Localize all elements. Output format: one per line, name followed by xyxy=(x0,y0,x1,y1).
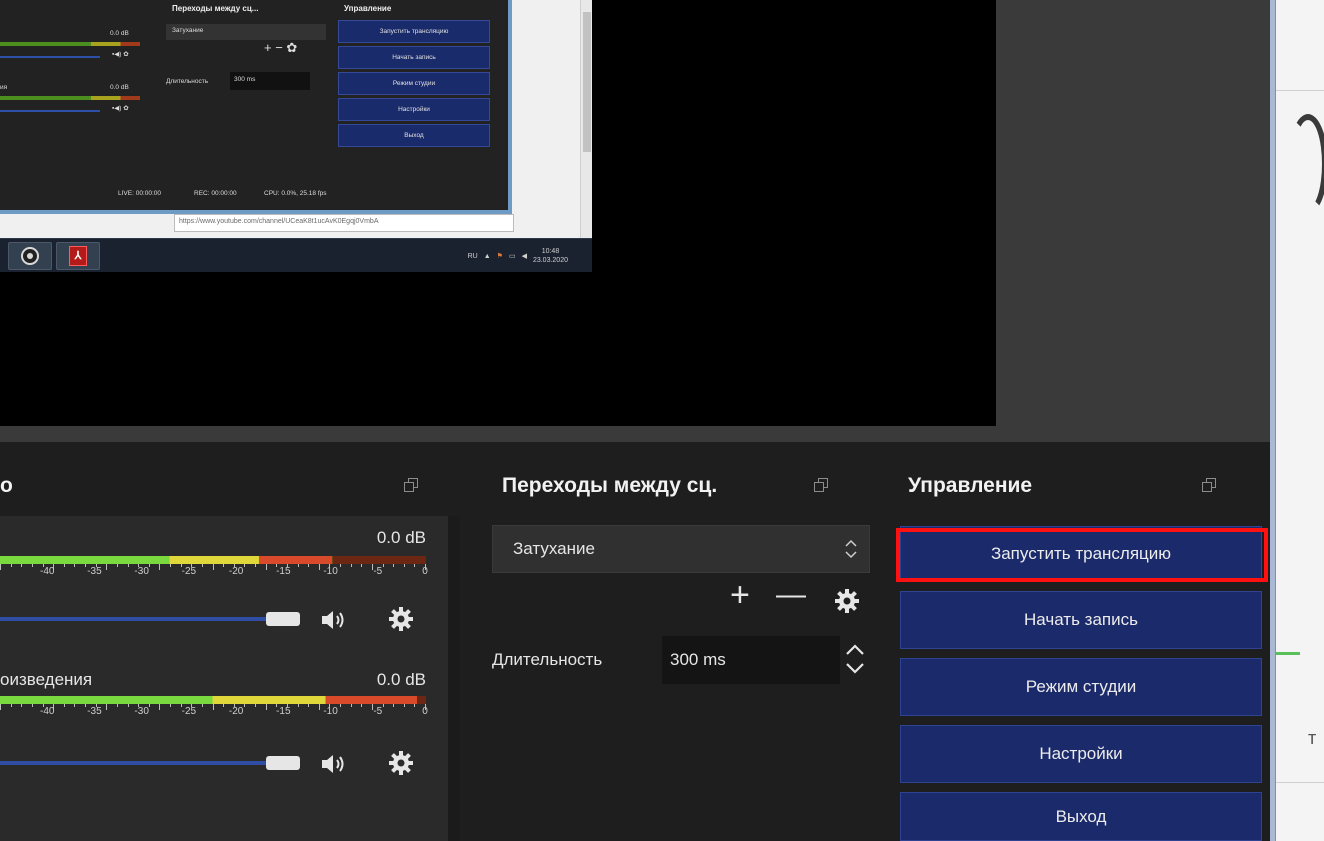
meter-tick-label: -5 xyxy=(373,706,383,717)
tray-language: RU xyxy=(467,252,478,260)
captured-slider-1 xyxy=(0,56,100,58)
channel-2-volume-slider[interactable] xyxy=(0,756,300,770)
exit-button[interactable]: Выход xyxy=(900,792,1262,841)
captured-status-cpu: CPU: 0.0%, 25.18 fps xyxy=(264,190,327,197)
tray-volume-icon: ◀ xyxy=(521,253,527,260)
channel-2-speaker-icon[interactable] xyxy=(320,752,348,776)
controls-title: Управление xyxy=(908,474,1033,497)
meter-tick-label: -30 xyxy=(134,706,149,717)
tray-network-icon: ▭ xyxy=(508,253,516,260)
transition-properties-gear-icon[interactable] xyxy=(834,588,860,614)
captured-speaker-icon-2: ▪◀) ✿ xyxy=(112,105,129,112)
captured-channel-2-name: ия xyxy=(0,84,8,91)
meter-tick-label: -35 xyxy=(87,706,102,717)
captured-controls-title: Управление xyxy=(344,4,392,13)
taskbar-obs-icon xyxy=(8,242,52,270)
meter-tick-label: -15 xyxy=(276,566,291,577)
meter-tick-label: 0 xyxy=(422,566,428,577)
captured-meter-2 xyxy=(0,96,140,100)
captured-duration-label: Длительность xyxy=(166,78,209,85)
tray-arrow-icon: ▲ xyxy=(483,252,491,260)
channel-1-volume-slider[interactable] xyxy=(0,612,300,626)
audio-mixer-title: о xyxy=(0,474,13,497)
channel-2-volume-knob[interactable] xyxy=(266,756,300,770)
captured-transitions-title: Переходы между сц... xyxy=(172,4,259,13)
captured-slider-2 xyxy=(0,110,100,112)
channel-1-gear-icon[interactable] xyxy=(388,606,414,632)
transitions-title: Переходы между сц. xyxy=(502,474,718,497)
channel-2-gear-icon[interactable] xyxy=(388,750,414,776)
transition-select[interactable]: Затухание xyxy=(492,525,870,573)
captured-db-2: 0.0 dB xyxy=(110,84,129,91)
meter-tick-label: -40 xyxy=(39,706,55,717)
channel-1-meter xyxy=(0,556,426,564)
captured-screen: Переходы между сц... Управление 0.0 dB ▪… xyxy=(0,0,592,272)
controls-float-icon[interactable] xyxy=(1202,478,1216,492)
captured-duration-box: 300 ms xyxy=(230,72,310,90)
bottom-docks: о 0.0 dB -40 -35 -30 -25 -20 -15 -10 -5 0 xyxy=(0,442,1270,841)
channel-2-meter xyxy=(0,696,426,704)
tray-flag-icon: ⚑ xyxy=(496,253,503,260)
channel-2-name: оизведения xyxy=(0,670,93,689)
duration-spinner-icon[interactable] xyxy=(840,636,870,684)
select-arrows-icon xyxy=(845,539,857,559)
audio-mixer-panel: 0.0 dB -40 -35 -30 -25 -20 -15 -10 -5 0 оизведен xyxy=(0,516,448,841)
channel-1-db: 0.0 dB xyxy=(376,528,426,547)
meter-tick-label: -15 xyxy=(276,706,291,717)
channel-1-speaker-icon[interactable] xyxy=(320,608,348,632)
meter-tick-label: -20 xyxy=(228,566,244,577)
captured-meter-1 xyxy=(0,42,140,46)
duration-input[interactable]: 300 ms xyxy=(662,636,840,684)
channel-1-tick-labels: -40 -35 -30 -25 -20 -15 -10 -5 0 xyxy=(0,566,440,580)
meter-tick-label: -10 xyxy=(323,566,338,577)
captured-btn-start-stream: Запустить трансляцию xyxy=(338,20,490,43)
captured-db-1: 0.0 dB xyxy=(110,30,129,37)
duration-label: Длительность xyxy=(492,650,603,669)
captured-taskbar: ⅄ RU ▲ ⚑ ▭ ◀ 10:48 23.03.2020 xyxy=(0,238,592,272)
captured-speaker-icon: ▪◀) ✿ xyxy=(112,51,129,58)
meter-tick-label: -5 xyxy=(373,566,383,577)
transitions-float-icon[interactable] xyxy=(814,478,828,492)
transition-select-value: Затухание xyxy=(513,539,595,558)
meter-tick-label: -35 xyxy=(87,566,102,577)
captured-btn-exit: Выход xyxy=(338,124,490,147)
add-transition-button[interactable]: + xyxy=(730,578,750,612)
meter-tick-label: -10 xyxy=(323,706,338,717)
taskbar-pdf-icon: ⅄ xyxy=(56,242,100,270)
channel-2-tick-labels: -40 -35 -30 -25 -20 -15 -10 -5 0 xyxy=(0,706,440,720)
channel-1-volume-knob[interactable] xyxy=(266,612,300,626)
background-window-edge: т xyxy=(1270,0,1324,841)
tray-clock: 10:48 23.03.2020 xyxy=(532,248,568,264)
studio-mode-button[interactable]: Режим студии xyxy=(900,658,1262,716)
start-recording-button[interactable]: Начать запись xyxy=(900,591,1262,649)
settings-button[interactable]: Настройки xyxy=(900,725,1262,783)
captured-status-live: LIVE: 00:00:00 xyxy=(118,190,162,197)
preview-area: Переходы между сц... Управление 0.0 dB ▪… xyxy=(0,0,1270,442)
meter-tick-label: -30 xyxy=(134,566,149,577)
channel-2-db: 0.0 dB xyxy=(376,670,426,689)
captured-scrollbar xyxy=(580,0,592,238)
captured-url-field: https://www.youtube.com/channel/UCeaK8t1… xyxy=(174,214,514,232)
meter-tick-label: 0 xyxy=(422,706,428,717)
duration-value: 300 ms xyxy=(670,650,726,669)
dock-splitter[interactable] xyxy=(448,516,460,841)
meter-tick-label: -25 xyxy=(181,566,197,577)
meter-tick-label: -40 xyxy=(39,566,55,577)
audio-mixer-float-icon[interactable] xyxy=(404,478,418,492)
meter-tick-label: -20 xyxy=(228,706,244,717)
captured-status-rec: REC: 00:00:00 xyxy=(194,190,237,197)
remove-transition-button[interactable]: — xyxy=(776,578,806,612)
meter-tick-label: -25 xyxy=(181,706,197,717)
preview-canvas[interactable]: Переходы между сц... Управление 0.0 dB ▪… xyxy=(0,0,996,426)
captured-obs-window: Переходы между сц... Управление 0.0 dB ▪… xyxy=(0,0,512,214)
captured-transition-combo: Затухание xyxy=(166,24,326,40)
system-tray: RU ▲ ⚑ ▭ ◀ 10:48 23.03.2020 xyxy=(468,244,568,268)
captured-btn-settings: Настройки xyxy=(338,98,490,121)
captured-transition-tools: + − ✿ xyxy=(264,40,298,55)
start-streaming-button[interactable]: Запустить трансляцию xyxy=(900,526,1262,582)
captured-btn-record: Начать запись xyxy=(338,46,490,69)
captured-btn-studio: Режим студии xyxy=(338,72,490,95)
